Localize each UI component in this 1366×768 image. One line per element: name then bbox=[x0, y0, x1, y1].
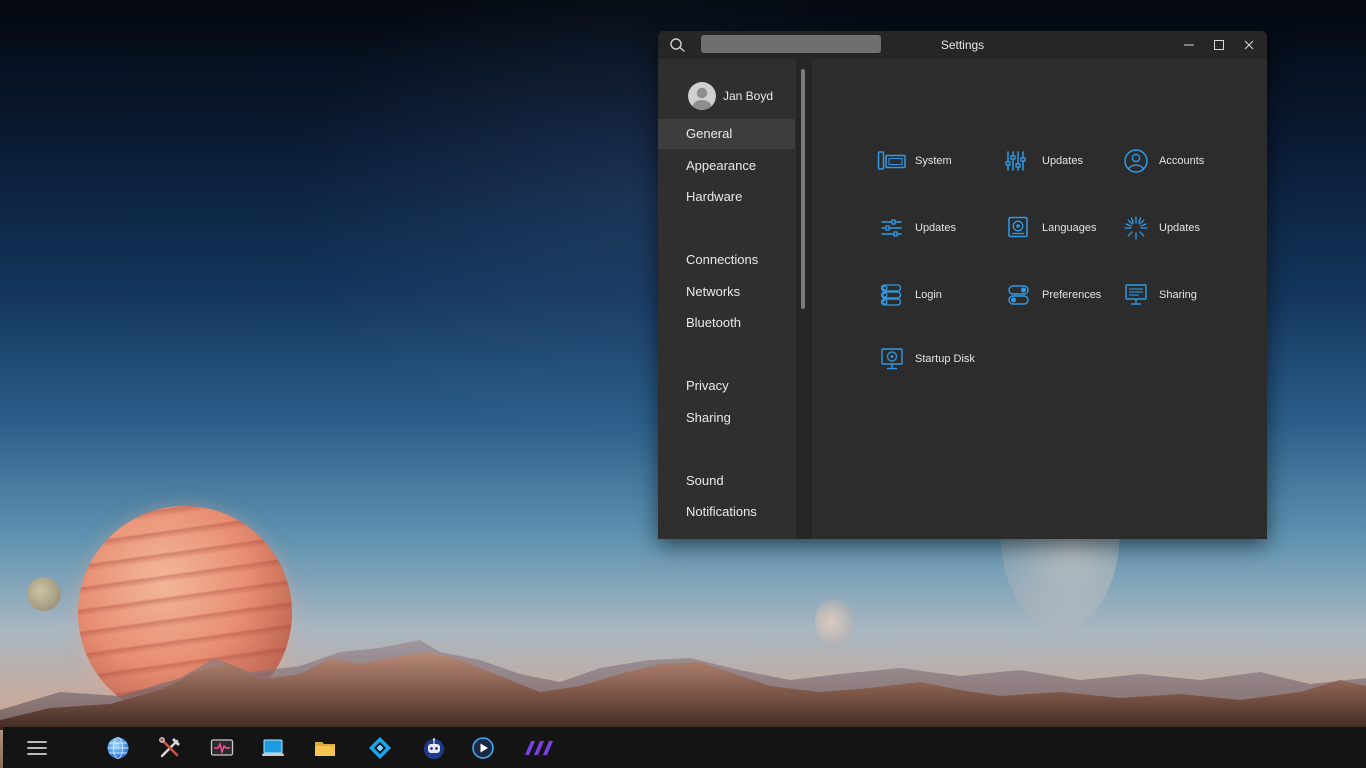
settings-window: Settings Jan Boyd General Appearance Har… bbox=[658, 31, 1267, 539]
user-name: Jan Boyd bbox=[723, 89, 774, 103]
tile-updates-1[interactable]: Updates bbox=[1004, 148, 1083, 174]
small-planet bbox=[27, 577, 61, 611]
maximize-icon bbox=[1214, 40, 1224, 50]
title-bar[interactable]: Settings bbox=[658, 31, 1267, 59]
search-input[interactable] bbox=[701, 35, 881, 53]
tile-label: System bbox=[915, 155, 952, 167]
sidebar-item-appearance[interactable]: Appearance bbox=[658, 151, 795, 181]
tile-label: Languages bbox=[1042, 222, 1097, 234]
sidebar-item-general[interactable]: General bbox=[658, 119, 795, 149]
tile-languages[interactable]: Languages bbox=[1004, 215, 1096, 241]
tile-system[interactable]: System bbox=[877, 148, 952, 174]
settings-content: System Updates Accounts Updates Language… bbox=[811, 59, 1267, 539]
system-devices-icon bbox=[877, 151, 906, 170]
sidebar-item-notifications[interactable]: Notifications bbox=[658, 497, 795, 527]
maximize-button[interactable] bbox=[1208, 35, 1230, 55]
sidebar-item-sound[interactable]: Sound bbox=[658, 466, 795, 496]
folder-icon[interactable] bbox=[312, 735, 338, 761]
sidebar-item-privacy[interactable]: Privacy bbox=[658, 371, 795, 401]
close-button[interactable] bbox=[1238, 35, 1260, 55]
startup-disk-icon bbox=[881, 348, 903, 370]
settings-sidebar: Jan Boyd General Appearance Hardware Con… bbox=[658, 59, 796, 539]
toggles-icon bbox=[1008, 285, 1029, 305]
diamond-app-icon[interactable] bbox=[367, 735, 393, 761]
sidebar-item-hardware[interactable]: Hardware bbox=[658, 182, 795, 212]
sidebar-item-sharing[interactable]: Sharing bbox=[658, 403, 795, 433]
tile-label: Preferences bbox=[1042, 289, 1102, 301]
tile-preferences[interactable]: Preferences bbox=[1004, 282, 1101, 308]
sidebar-item-connections[interactable]: Connections bbox=[658, 245, 795, 275]
hamburger-menu-icon[interactable] bbox=[24, 735, 50, 761]
laptop-icon[interactable] bbox=[260, 735, 286, 761]
sliders-vertical-icon bbox=[1005, 151, 1026, 171]
minimize-icon bbox=[1184, 44, 1194, 46]
media-player-icon[interactable] bbox=[470, 735, 496, 761]
tile-label: Updates bbox=[1159, 222, 1200, 234]
user-profile[interactable]: Jan Boyd bbox=[688, 81, 773, 111]
tile-label: Sharing bbox=[1159, 289, 1197, 301]
tools-icon[interactable] bbox=[157, 735, 183, 761]
tile-sharing[interactable]: Sharing bbox=[1121, 282, 1197, 308]
close-icon bbox=[1244, 40, 1254, 50]
user-avatar-icon bbox=[688, 82, 716, 110]
mountain-range bbox=[0, 640, 1366, 730]
system-monitor-icon[interactable] bbox=[209, 735, 235, 761]
tile-label: Updates bbox=[915, 222, 956, 234]
sidebar-item-bluetooth[interactable]: Bluetooth bbox=[658, 308, 795, 338]
sidebar-scrollbar[interactable] bbox=[796, 59, 810, 539]
tile-label: Accounts bbox=[1159, 155, 1205, 167]
robot-app-icon[interactable] bbox=[421, 735, 447, 761]
search-icon[interactable] bbox=[668, 36, 688, 54]
tile-label: Updates bbox=[1042, 155, 1083, 167]
tile-accounts[interactable]: Accounts bbox=[1121, 148, 1204, 174]
sliders-horizontal-icon bbox=[881, 219, 902, 237]
tile-updates-3[interactable]: Updates bbox=[1121, 215, 1200, 241]
languages-icon bbox=[1008, 216, 1028, 238]
tile-login[interactable]: Login bbox=[877, 282, 942, 308]
account-circle-icon bbox=[1124, 149, 1148, 173]
tile-label: Login bbox=[915, 289, 942, 301]
globe-browser-icon[interactable] bbox=[105, 735, 131, 761]
sidebar-scrollbar-thumb[interactable] bbox=[801, 69, 805, 309]
minimize-button[interactable] bbox=[1178, 35, 1200, 55]
sidebar-item-networks[interactable]: Networks bbox=[658, 277, 795, 307]
tile-label: Startup Disk bbox=[915, 353, 975, 365]
taskbar bbox=[3, 727, 1366, 768]
stripes-app-icon[interactable] bbox=[521, 735, 559, 761]
tile-startup-disk[interactable]: Startup Disk bbox=[877, 346, 975, 372]
tile-updates-2[interactable]: Updates bbox=[877, 215, 956, 241]
monitor-share-icon bbox=[1125, 284, 1147, 305]
list-toggle-icon bbox=[880, 284, 902, 306]
sunburst-icon bbox=[1124, 216, 1148, 240]
